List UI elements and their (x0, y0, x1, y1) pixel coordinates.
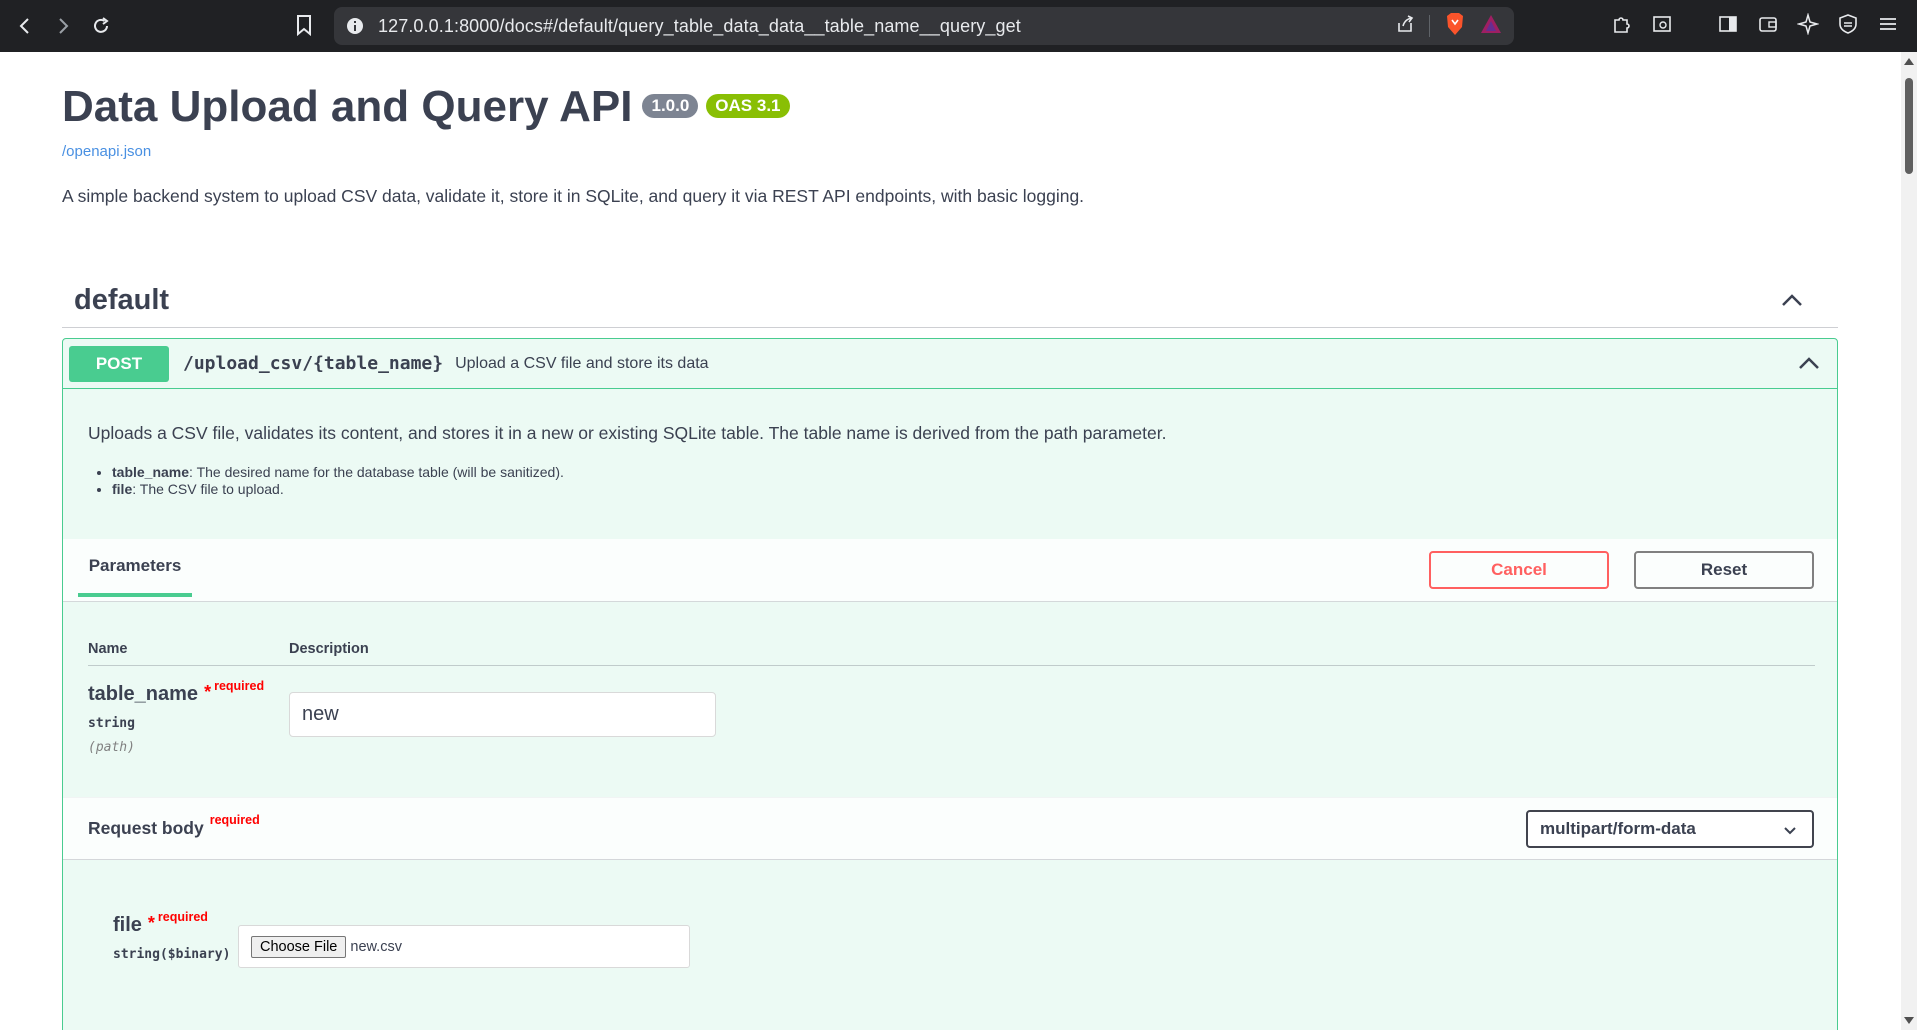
reload-icon (94, 17, 109, 33)
operation-path: /upload_csv/{table_name} (183, 353, 444, 374)
param-name-text: table_name (88, 683, 199, 705)
request-body-title-text: Request body (88, 818, 204, 838)
bullet-term: table_name (112, 464, 190, 480)
leo-ai-icon[interactable] (1796, 11, 1820, 40)
method-badge: POST (69, 345, 169, 382)
tab-parameters[interactable]: Parameters (78, 539, 192, 597)
collapse-chevron-icon[interactable] (1778, 287, 1806, 315)
request-body-header: Request body required multipart/form-data (63, 797, 1837, 860)
param-location: (path) (88, 740, 135, 755)
divider (1429, 15, 1430, 37)
column-header-description: Description (289, 641, 369, 657)
content-type-select[interactable]: multipart/form-data (1526, 810, 1814, 848)
back-button[interactable] (6, 7, 44, 45)
table-name-input[interactable]: new (289, 692, 716, 737)
tag-header[interactable]: default (62, 274, 1838, 328)
required-star: * (204, 682, 212, 702)
content-type-value: multipart/form-data (1540, 819, 1696, 838)
operation-bullet-list: table_name: The desired name for the dat… (112, 464, 564, 498)
chevron-down-icon (1784, 827, 1796, 835)
operation-collapse-chevron-icon[interactable] (1795, 350, 1823, 378)
bullet-term: file (112, 481, 133, 497)
oas-badge: OAS 3.1 (706, 94, 790, 118)
choose-file-button[interactable]: Choose File (251, 935, 347, 958)
required-label: required (157, 910, 208, 924)
list-item: file: The CSV file to upload. (112, 481, 564, 498)
version-badge: 1.0.0 (642, 94, 699, 118)
reader-mode-icon[interactable] (1651, 13, 1673, 40)
required-star: * (147, 913, 155, 933)
operation-block-post: POST /upload_csv/{table_name} Upload a C… (62, 338, 1838, 1030)
browser-toolbar: 127.0.0.1:8000/docs#/default/query_table… (0, 0, 1917, 52)
openapi-json-link[interactable]: /openapi.json (62, 143, 151, 160)
forward-button[interactable] (44, 7, 82, 45)
param-name: table_name * required (88, 679, 264, 706)
required-label: required (214, 679, 265, 693)
reset-button[interactable]: Reset (1634, 551, 1814, 589)
bullet-text: : The desired name for the database tabl… (189, 464, 564, 480)
menu-icon[interactable] (1877, 13, 1899, 40)
operation-summary[interactable]: POST /upload_csv/{table_name} Upload a C… (63, 339, 1837, 389)
param-type: string (88, 716, 135, 731)
tag-section-default: default POST /upload_csv/{table_name} Up… (62, 274, 1838, 1030)
swagger-page: Data Upload and Query API 1.0.0 OAS 3.1 … (0, 52, 1901, 1030)
column-header-name: Name (88, 641, 128, 657)
rewards-icon[interactable] (1480, 14, 1502, 39)
sidebar-icon[interactable] (1717, 13, 1739, 40)
scroll-up-icon[interactable] (1904, 58, 1914, 65)
scroll-down-icon[interactable] (1904, 1017, 1914, 1024)
vpn-icon[interactable] (1837, 13, 1859, 40)
bullet-text: : The CSV file to upload. (132, 481, 284, 497)
required-label: required (209, 813, 260, 827)
scrollbar-thumb[interactable] (1905, 78, 1913, 174)
operation-summary-text: Upload a CSV file and store its data (455, 354, 709, 372)
wallet-icon[interactable] (1757, 13, 1779, 40)
tag-title: default (74, 284, 170, 316)
list-item: table_name: The desired name for the dat… (112, 464, 564, 481)
api-description: A simple backend system to upload CSV da… (62, 186, 1085, 206)
file-field-name-text: file (113, 914, 142, 936)
file-field-type: string($binary) (113, 947, 231, 962)
forward-arrow-icon (59, 18, 69, 34)
selected-file-name: new.csv (350, 938, 402, 955)
file-input[interactable]: Choose File new.csv (238, 925, 690, 968)
request-body-title: Request body required (88, 813, 260, 839)
brave-shield-icon[interactable] (1444, 12, 1466, 41)
file-field-name: file * required (113, 910, 208, 937)
share-icon[interactable] (1395, 14, 1415, 39)
url-text[interactable]: 127.0.0.1:8000/docs#/default/query_table… (378, 16, 1021, 37)
parameters-header: Parameters Cancel Reset (63, 539, 1837, 602)
operation-description: Uploads a CSV file, validates its conten… (88, 423, 1167, 443)
address-bar[interactable]: 127.0.0.1:8000/docs#/default/query_table… (334, 7, 1514, 45)
api-title-row: Data Upload and Query API 1.0.0 OAS 3.1 (62, 82, 790, 132)
reload-button[interactable] (82, 7, 120, 45)
back-arrow-icon (19, 18, 29, 34)
page-scrollbar[interactable] (1901, 52, 1917, 1030)
extensions-icon[interactable] (1611, 13, 1633, 40)
site-info-icon[interactable] (346, 17, 364, 35)
bookmark-icon[interactable] (295, 14, 313, 41)
page-title: Data Upload and Query API (62, 82, 633, 131)
cancel-button[interactable]: Cancel (1429, 551, 1609, 589)
divider (88, 665, 1815, 666)
